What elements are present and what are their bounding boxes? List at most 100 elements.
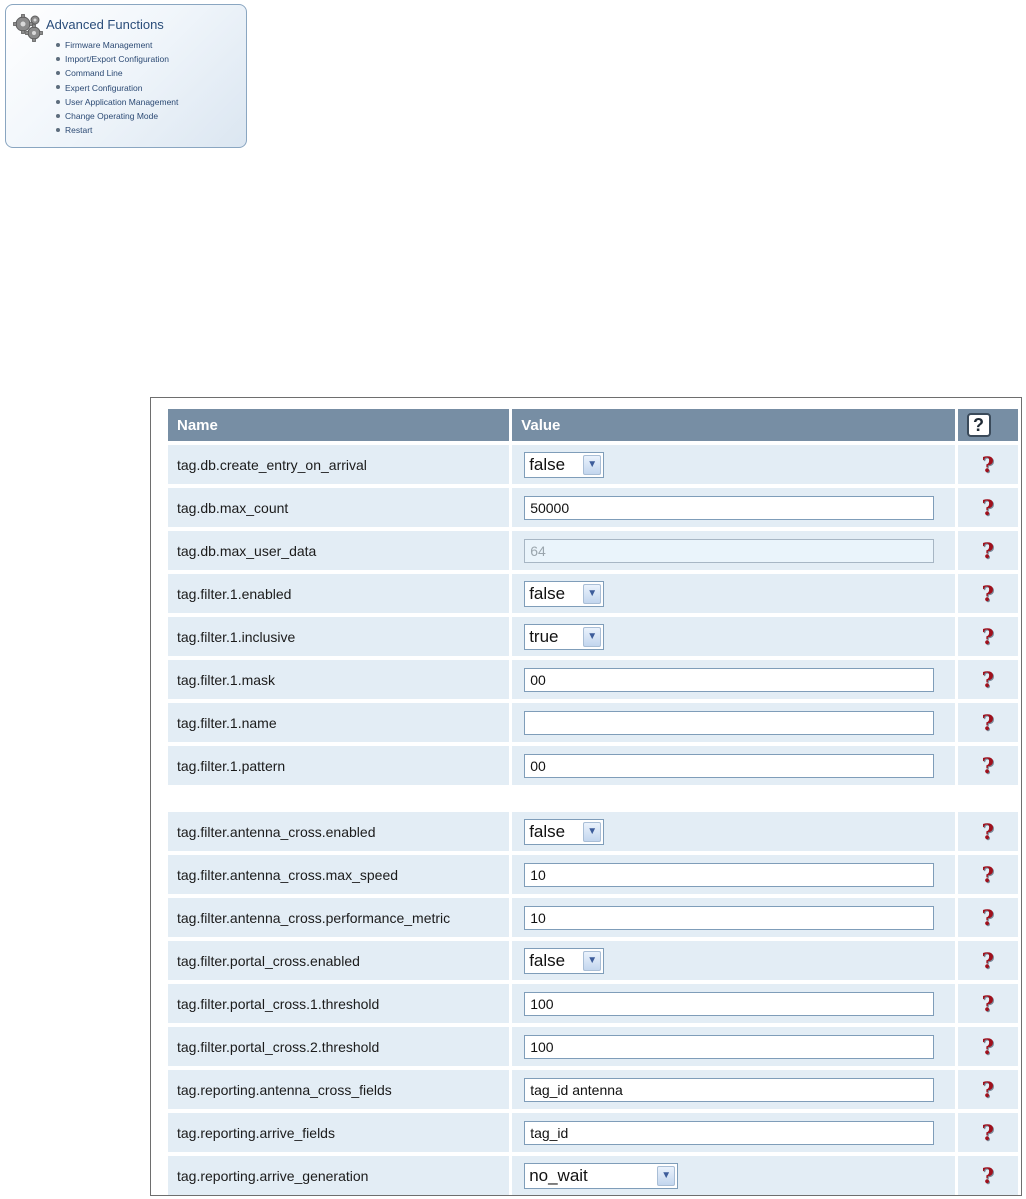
menu-item-firmware-management[interactable]: Firmware Management bbox=[56, 38, 178, 52]
setting-value bbox=[512, 984, 955, 1023]
chevron-down-icon[interactable]: ▼ bbox=[583, 821, 602, 842]
value-input[interactable] bbox=[524, 495, 935, 520]
setting-name: tag.filter.portal_cross.1.threshold bbox=[168, 984, 510, 1023]
value-select[interactable]: false ▼ bbox=[524, 947, 605, 974]
advanced-functions-panel: Advanced Functions Firmware Management I… bbox=[5, 4, 247, 148]
name-column-header: Name bbox=[168, 409, 510, 441]
help-icon[interactable]: ? bbox=[982, 454, 994, 475]
setting-name: tag.filter.antenna_cross.performance_met… bbox=[168, 898, 510, 937]
value-input[interactable] bbox=[524, 905, 935, 930]
menu-item-restart[interactable]: Restart bbox=[56, 123, 178, 137]
value-input[interactable] bbox=[524, 753, 935, 778]
setting-name: tag.filter.1.inclusive bbox=[168, 617, 510, 656]
setting-value bbox=[512, 1113, 955, 1152]
select-value: false bbox=[529, 950, 566, 970]
menu-item-import-export-configuration[interactable]: Import/Export Configuration bbox=[56, 52, 178, 66]
help-icon[interactable]: ? bbox=[982, 497, 994, 518]
value-input-readonly bbox=[524, 538, 935, 563]
help-cell: ? bbox=[957, 746, 1018, 785]
help-icon[interactable]: ? bbox=[982, 821, 994, 842]
chevron-down-icon[interactable]: ▼ bbox=[583, 626, 602, 647]
chevron-down-icon[interactable]: ▼ bbox=[657, 1165, 676, 1186]
setting-value: false ▼ bbox=[512, 941, 955, 980]
table-row: tag.filter.antenna_cross.enabled false ▼… bbox=[168, 812, 1018, 851]
help-cell: ? bbox=[957, 941, 1018, 980]
help-cell: ? bbox=[957, 1113, 1018, 1152]
help-icon[interactable]: ? bbox=[982, 1165, 994, 1186]
help-icon[interactable]: ? bbox=[982, 712, 994, 733]
help-cell: ? bbox=[957, 488, 1018, 527]
menu-item-expert-configuration[interactable]: Expert Configuration bbox=[56, 81, 178, 95]
help-icon[interactable]: ? bbox=[982, 540, 994, 561]
help-icon[interactable]: ? bbox=[982, 1122, 994, 1143]
help-cell: ? bbox=[957, 703, 1018, 742]
value-input[interactable] bbox=[524, 667, 935, 692]
setting-value bbox=[512, 531, 955, 570]
table-row: tag.filter.1.name ? bbox=[168, 703, 1018, 742]
help-icon[interactable]: ? bbox=[982, 950, 994, 971]
help-icon[interactable]: ? bbox=[982, 993, 994, 1014]
value-input[interactable] bbox=[524, 862, 935, 887]
help-cell: ? bbox=[957, 617, 1018, 656]
menu-item-command-line[interactable]: Command Line bbox=[56, 66, 178, 80]
setting-name: tag.db.create_entry_on_arrival bbox=[168, 445, 510, 484]
setting-value bbox=[512, 1027, 955, 1066]
setting-value: false ▼ bbox=[512, 445, 955, 484]
menu-item-user-application-management[interactable]: User Application Management bbox=[56, 95, 178, 109]
value-select[interactable]: false ▼ bbox=[524, 818, 605, 845]
value-input[interactable] bbox=[524, 1120, 935, 1145]
table-row: tag.filter.antenna_cross.max_speed ? bbox=[168, 855, 1018, 894]
table-row: tag.reporting.arrive_fields ? bbox=[168, 1113, 1018, 1152]
select-value: false bbox=[529, 583, 566, 603]
help-cell: ? bbox=[957, 1027, 1018, 1066]
setting-name: tag.reporting.arrive_fields bbox=[168, 1113, 510, 1152]
setting-name: tag.db.max_count bbox=[168, 488, 510, 527]
setting-name: tag.filter.portal_cross.2.threshold bbox=[168, 1027, 510, 1066]
value-input[interactable] bbox=[524, 1034, 935, 1059]
help-icon[interactable]: ? bbox=[982, 864, 994, 885]
chevron-down-icon[interactable]: ▼ bbox=[583, 583, 602, 604]
chevron-down-icon[interactable]: ▼ bbox=[583, 454, 602, 475]
value-input[interactable] bbox=[524, 1077, 935, 1102]
help-icon[interactable]: ? bbox=[982, 669, 994, 690]
help-cell: ? bbox=[957, 574, 1018, 613]
value-select[interactable]: true ▼ bbox=[524, 623, 605, 650]
setting-name: tag.reporting.arrive_generation bbox=[168, 1156, 510, 1195]
value-select[interactable]: false ▼ bbox=[524, 451, 605, 478]
help-cell: ? bbox=[957, 898, 1018, 937]
value-select[interactable]: no_wait ▼ bbox=[524, 1162, 679, 1189]
setting-value: false ▼ bbox=[512, 574, 955, 613]
setting-name: tag.filter.antenna_cross.enabled bbox=[168, 812, 510, 851]
setting-value: true ▼ bbox=[512, 617, 955, 656]
help-icon[interactable]: ? bbox=[982, 626, 994, 647]
value-input[interactable] bbox=[524, 991, 935, 1016]
table-row: tag.reporting.antenna_cross_fields ? bbox=[168, 1070, 1018, 1109]
table-row: tag.filter.portal_cross.enabled false ▼ … bbox=[168, 941, 1018, 980]
configuration-panel: Name Value ? tag.db.create_entry_on_arri… bbox=[150, 397, 1022, 1196]
value-select[interactable]: false ▼ bbox=[524, 580, 605, 607]
help-icon[interactable]: ? bbox=[982, 583, 994, 604]
help-icon[interactable]: ? bbox=[982, 907, 994, 928]
help-header-icon[interactable]: ? bbox=[966, 413, 991, 437]
setting-value bbox=[512, 855, 955, 894]
setting-name: tag.filter.1.enabled bbox=[168, 574, 510, 613]
setting-name: tag.filter.antenna_cross.max_speed bbox=[168, 855, 510, 894]
help-icon[interactable]: ? bbox=[982, 755, 994, 776]
menu-item-change-operating-mode[interactable]: Change Operating Mode bbox=[56, 109, 178, 123]
help-icon[interactable]: ? bbox=[982, 1079, 994, 1100]
help-cell: ? bbox=[957, 855, 1018, 894]
table-row: tag.filter.1.pattern ? bbox=[168, 746, 1018, 785]
help-cell: ? bbox=[957, 1070, 1018, 1109]
help-cell: ? bbox=[957, 984, 1018, 1023]
table-header-row: Name Value ? bbox=[168, 409, 1018, 441]
setting-name: tag.filter.1.mask bbox=[168, 660, 510, 699]
help-cell: ? bbox=[957, 812, 1018, 851]
value-column-header: Value bbox=[512, 409, 955, 441]
setting-value bbox=[512, 660, 955, 699]
table-row: tag.filter.1.enabled false ▼ ? bbox=[168, 574, 1018, 613]
select-value: true bbox=[529, 626, 559, 646]
value-input[interactable] bbox=[524, 710, 935, 735]
chevron-down-icon[interactable]: ▼ bbox=[583, 950, 602, 971]
help-icon[interactable]: ? bbox=[982, 1036, 994, 1057]
setting-value bbox=[512, 703, 955, 742]
